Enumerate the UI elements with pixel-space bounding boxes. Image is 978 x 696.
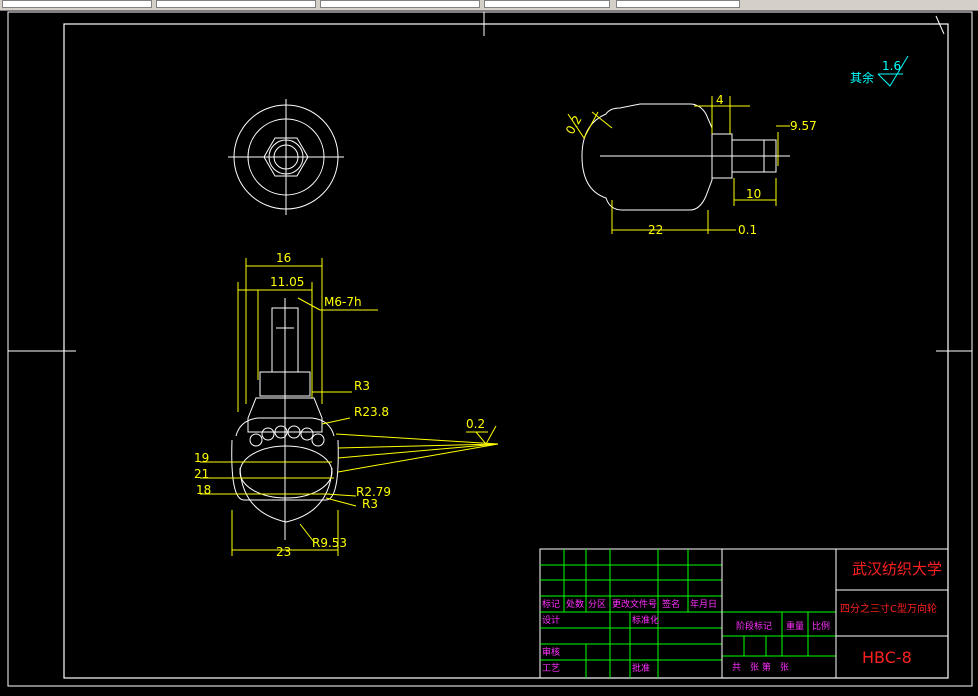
tolerance-front: 0.2	[466, 417, 485, 431]
top-view	[228, 99, 344, 215]
label-review: 审核	[542, 646, 560, 658]
dim-22: 22	[648, 223, 663, 237]
header-mark: 标记	[542, 598, 560, 610]
dim-r3-bottom: R3	[362, 497, 378, 511]
dim-r9-53: R9.53	[312, 536, 347, 550]
toolbar-field[interactable]	[484, 0, 610, 8]
part-name: 四分之三寸C型万向轮	[840, 602, 937, 615]
outer-frame	[7, 11, 973, 687]
cad-drawing-canvas[interactable]: 其余 1.6 16 11.05 M6-7h R3 R23.8 19 21 18 …	[0, 10, 978, 696]
header-date: 年月日	[690, 598, 717, 610]
dim-thread: M6-7h	[324, 295, 362, 309]
school-name: 武汉纺织大学	[852, 560, 942, 578]
dim-0-1: 0.1	[738, 223, 757, 237]
header-signature: 签名	[662, 598, 680, 610]
roughness-symbol: 其余 1.6	[850, 55, 909, 87]
label-stage-mark: 阶段标记	[736, 620, 772, 632]
toolbar-field[interactable]	[616, 0, 740, 8]
header-zone: 分区	[588, 599, 606, 610]
side-view-labels: 4 9.57 10 22 0.1 0.2	[563, 93, 817, 237]
label-design: 设计	[542, 614, 560, 626]
dim-9-57: 9.57	[790, 119, 817, 133]
centering-marks	[8, 12, 972, 352]
dim-21: 21	[194, 467, 209, 481]
title-block: 武汉纺织大学 四分之三寸C型万向轮 HBC-8 标记 处数 分区 更改文件号 签…	[539, 548, 949, 679]
dim-10: 10	[746, 187, 761, 201]
header-change-doc: 更改文件号	[612, 598, 657, 610]
dim-16: 16	[276, 251, 291, 265]
dim-r23-8: R23.8	[354, 405, 389, 419]
label-sheets: 共 张 第 张	[732, 661, 789, 673]
dim-23: 23	[276, 545, 291, 559]
dim-19: 19	[194, 451, 209, 465]
dim-r3-top: R3	[354, 379, 370, 393]
roughness-value: 1.6	[882, 59, 901, 73]
toolbar-field[interactable]	[320, 0, 480, 8]
label-weight: 重量	[786, 620, 804, 632]
drawing-number: HBC-8	[862, 648, 912, 667]
label-scale: 比例	[812, 620, 830, 632]
roughness-label: 其余	[850, 70, 874, 85]
dim-4: 4	[716, 93, 724, 107]
label-standardization: 标准化	[632, 614, 659, 626]
dim-11-05: 11.05	[270, 275, 304, 289]
header-count: 处数	[566, 598, 584, 610]
dim-18: 18	[196, 483, 211, 497]
toolbar-field[interactable]	[156, 0, 316, 8]
toolbar-field[interactable]	[2, 0, 152, 8]
label-approve: 批准	[632, 662, 650, 674]
label-process: 工艺	[542, 663, 560, 674]
